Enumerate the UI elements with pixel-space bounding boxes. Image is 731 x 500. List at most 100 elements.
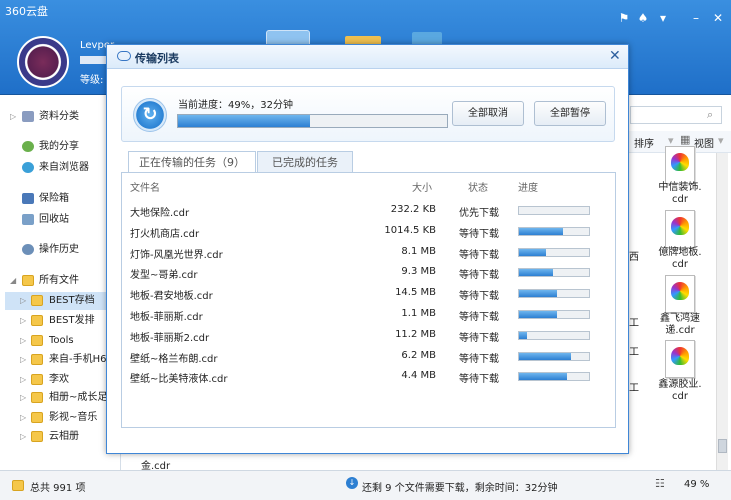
sort-button[interactable]: 排序 xyxy=(634,135,654,150)
view-button[interactable]: 视图 xyxy=(694,135,714,150)
folder-icon xyxy=(31,392,43,403)
pause-all-button[interactable]: 全部暂停 xyxy=(534,101,606,126)
overall-progress-bar xyxy=(177,114,448,128)
table-row[interactable]: 大地保险.cdr 232.2 KB 优先下载 xyxy=(122,200,615,220)
partial-label: 工 xyxy=(629,347,639,358)
cloud-icon xyxy=(117,51,131,61)
file-state: 等待下载 xyxy=(459,291,499,303)
table-row[interactable]: 壁纸~格兰布朗.cdr 6.2 MB 等待下载 xyxy=(122,346,615,366)
folder-icon xyxy=(31,412,43,423)
sidebar-item-history[interactable]: 操作历史 xyxy=(5,241,121,259)
sidebar-item-all-files[interactable]: ◢ 所有文件 xyxy=(5,272,121,290)
file-icon[interactable] xyxy=(665,275,695,313)
file-name: 地板-君安地板.cdr xyxy=(130,291,213,303)
close-icon[interactable]: ✕ xyxy=(712,12,724,24)
column-header-state: 状态 xyxy=(468,183,488,194)
sidebar-item-tools[interactable]: ▷ Tools xyxy=(5,332,121,350)
folder-icon xyxy=(31,295,43,306)
file-state: 等待下载 xyxy=(459,249,499,261)
sidebar-item-best-archive[interactable]: ▷ BEST存档 xyxy=(5,292,121,310)
tab-transferring[interactable]: 正在传输的任务（9） xyxy=(128,151,256,173)
app-title: 360云盘 xyxy=(5,5,48,18)
row-progress-fill xyxy=(519,290,557,298)
folder-icon xyxy=(31,374,43,385)
row-progress-fill xyxy=(519,331,527,339)
sidebar-item-media[interactable]: ▷ 影视~音乐 xyxy=(5,409,121,427)
folder-icon xyxy=(12,480,24,491)
sidebar-item-lihuan[interactable]: ▷ 李欢 xyxy=(5,371,121,389)
column-header-size: 大小 xyxy=(412,183,432,194)
row-progress-fill xyxy=(519,227,564,235)
row-progress-bar xyxy=(518,206,590,215)
table-row[interactable]: 地板-菲丽斯.cdr 1.1 MB 等待下载 xyxy=(122,304,615,324)
file-state: 等待下载 xyxy=(459,270,499,282)
table-row[interactable]: 地板-菲丽斯2.cdr 11.2 MB 等待下载 xyxy=(122,325,615,345)
row-progress-bar xyxy=(518,330,590,340)
tree-icon[interactable]: ☷ xyxy=(655,477,665,490)
file-name: 地板-菲丽斯2.cdr xyxy=(130,332,210,344)
row-progress-bar xyxy=(518,247,590,257)
folder-icon xyxy=(31,335,43,346)
row-progress-fill xyxy=(519,373,568,381)
file-size: 4.4 MB xyxy=(401,370,436,382)
file-size: 9.3 MB xyxy=(401,266,436,278)
dialog-header xyxy=(107,45,628,69)
menu-icon[interactable]: ▾ xyxy=(657,12,669,24)
cancel-all-button[interactable]: 全部取消 xyxy=(452,101,524,126)
sidebar-item-album-growth[interactable]: ▷ 相册~成长足 xyxy=(5,389,121,407)
avatar[interactable] xyxy=(17,36,69,88)
transfer-dialog: 传输列表 ✕ ↻ 当前进度：49%，32分钟 全部取消 全部暂停 正在传输的任务… xyxy=(106,44,629,454)
overall-progress-label: 当前进度：49%，32分钟 xyxy=(178,100,293,111)
file-name: 地板-菲丽斯.cdr xyxy=(130,312,203,323)
table-row[interactable]: 灯饰-风凰光世界.cdr 8.1 MB 等待下载 xyxy=(122,242,615,262)
file-state: 优先下载 xyxy=(459,208,499,219)
file-size: 14.5 MB xyxy=(395,287,436,299)
scrollbar-thumb[interactable] xyxy=(718,439,727,453)
file-label: 鑫飞鸿速 xyxy=(660,313,700,324)
status-message: 还剩 9 个文件需要下载，剩余时间：32分钟 xyxy=(362,483,558,494)
level-label: 等级: xyxy=(80,75,104,86)
file-icon[interactable] xyxy=(665,340,695,378)
file-name: 大地保险.cdr xyxy=(130,208,190,219)
zoom-level: 49 % xyxy=(684,479,710,490)
sidebar-item-cloud-album[interactable]: ▷ 云相册 xyxy=(5,428,121,446)
sidebar-item-share[interactable]: 我的分享 xyxy=(5,138,121,156)
row-progress-fill xyxy=(519,269,554,277)
search-icon[interactable]: ⌕ xyxy=(707,108,713,122)
file-size: 1014.5 KB xyxy=(384,224,436,236)
transfer-list: 文件名 大小 状态 进度 大地保险.cdr 232.2 KB 优先下载 打火机商店.c… xyxy=(121,172,616,428)
file-icon[interactable] xyxy=(665,146,695,184)
file-name: 发型~哥弟.cdr xyxy=(130,270,198,282)
file-label: 递.cdr xyxy=(665,325,695,336)
dialog-close-icon[interactable]: ✕ xyxy=(609,48,621,64)
sidebar-item-phone[interactable]: ▷ 来自-手机H6 xyxy=(5,351,121,369)
tab-completed[interactable]: 已完成的任务 xyxy=(257,151,353,173)
row-progress-bar xyxy=(518,226,590,236)
folder-icon xyxy=(31,354,43,365)
status-bar: 总共 991 项 ↓ 还剩 9 个文件需要下载，剩余时间：32分钟 ☷ 49 % xyxy=(0,470,731,500)
sidebar-item-browser[interactable]: 来自浏览器 xyxy=(5,159,121,177)
scrollbar[interactable] xyxy=(716,153,728,470)
safe-icon xyxy=(22,193,34,204)
search-input[interactable]: ⌕ xyxy=(630,106,722,124)
file-label: 鑫源胶业. xyxy=(658,379,702,390)
view-chevron-icon: ▾ xyxy=(718,134,724,147)
table-row[interactable]: 发型~哥弟.cdr 9.3 MB 等待下载 xyxy=(122,262,615,282)
sidebar-item-best-publish[interactable]: ▷ BEST发排 xyxy=(5,312,121,330)
download-icon: ↓ xyxy=(346,477,358,489)
table-row[interactable]: 壁纸~比美特液体.cdr 4.4 MB 等待下载 xyxy=(122,366,615,386)
folder-icon xyxy=(22,275,34,286)
shirt-icon[interactable]: ⚑ xyxy=(618,12,630,24)
skin-icon[interactable]: ♠ xyxy=(637,12,649,24)
table-row[interactable]: 地板-君安地板.cdr 14.5 MB 等待下载 xyxy=(122,283,615,303)
sidebar-item-safe[interactable]: 保险箱 xyxy=(5,190,121,208)
file-size: 6.2 MB xyxy=(401,349,436,361)
minimize-icon[interactable]: – xyxy=(690,12,702,24)
sidebar-item-recycle[interactable]: 回收站 xyxy=(5,211,121,229)
file-icon[interactable] xyxy=(665,210,695,248)
table-row[interactable]: 打火机商店.cdr 1014.5 KB 等待下载 xyxy=(122,221,615,241)
recycle-icon xyxy=(22,214,34,225)
sidebar-item-category[interactable]: ▷ 资料分类 xyxy=(5,108,121,126)
sidebar: ▷ 资料分类 我的分享 来自浏览器 保险箱 回收站 操作历史 ◢ 所有文件 ▷ BES… xyxy=(5,95,121,470)
book-icon xyxy=(22,111,34,122)
